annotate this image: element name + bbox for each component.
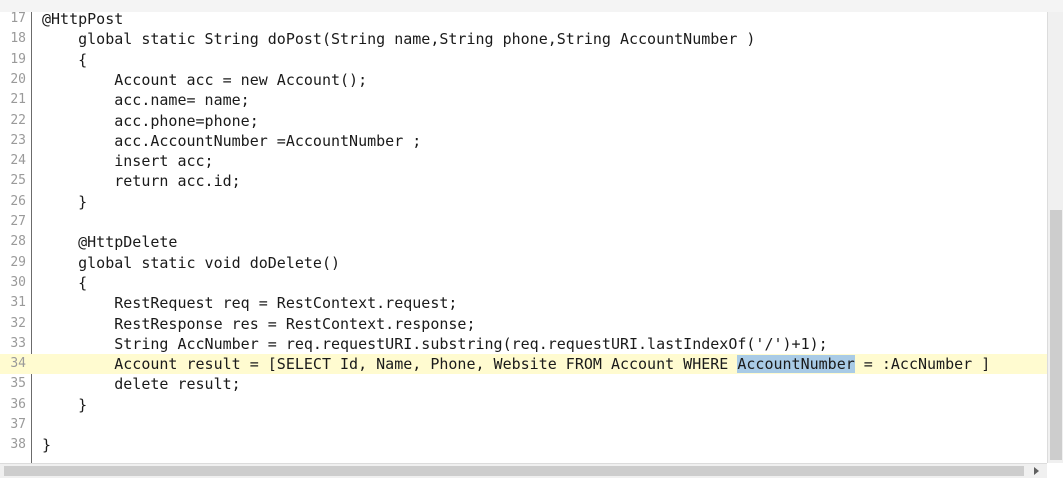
line-number: 38 (10, 437, 26, 453)
code-text: RestRequest req = RestContext.request; (42, 294, 458, 313)
code-text: @HttpPost (42, 12, 124, 28)
line-number: 27 (10, 214, 26, 229)
code-line[interactable]: 29 global static void doDelete() (0, 253, 1047, 273)
vertical-scrollbar[interactable] (1047, 12, 1063, 463)
code-line[interactable]: 25 return acc.id; (0, 171, 1047, 191)
line-number: 26 (10, 193, 26, 209)
code-line[interactable]: 30 { (0, 273, 1047, 293)
code-text: } (42, 395, 88, 414)
code-line[interactable]: 36 } (0, 395, 1047, 415)
code-text-segment: Account result = [SELECT Id, Name, Phone… (42, 355, 738, 374)
code-line[interactable]: 38} (0, 435, 1047, 455)
code-line[interactable]: 21 acc.name= name; (0, 90, 1047, 110)
code-line[interactable]: 18 global static String doPost(String na… (0, 29, 1047, 49)
code-line[interactable]: 23 acc.AccountNumber =AccountNumber ; (0, 131, 1047, 151)
code-line-current[interactable]: 34 Account result = [SELECT Id, Name, Ph… (0, 354, 1047, 375)
line-number: 23 (10, 132, 26, 148)
line-number: 36 (10, 396, 26, 412)
line-number: 17 (10, 12, 26, 26)
line-number: 37 (10, 417, 26, 432)
line-number: 18 (10, 31, 26, 47)
code-text: insert acc; (42, 152, 214, 171)
code-text: String AccNumber = req.requestURI.substr… (42, 334, 828, 353)
code-line[interactable]: 35 delete result; (0, 374, 1047, 394)
line-number: 30 (10, 274, 26, 290)
line-number: 22 (10, 112, 26, 128)
line-number: 31 (10, 295, 26, 311)
line-number: 29 (10, 254, 26, 270)
code-text: RestResponse res = RestContext.response; (42, 314, 476, 333)
code-text: return acc.id; (42, 172, 241, 191)
code-line[interactable]: 32 RestResponse res = RestContext.respon… (0, 314, 1047, 334)
code-text: acc.AccountNumber =AccountNumber ; (42, 131, 422, 150)
code-line[interactable]: 33 String AccNumber = req.requestURI.sub… (0, 334, 1047, 354)
horizontal-scrollbar[interactable] (0, 463, 1047, 478)
code-line[interactable]: 37 (0, 415, 1047, 435)
code-text: global static void doDelete() (42, 253, 341, 272)
code-line[interactable]: 22 acc.phone=phone; (0, 111, 1047, 131)
line-number: 35 (10, 376, 26, 392)
line-number: 21 (10, 92, 26, 108)
code-text: acc.name= name; (42, 91, 250, 110)
line-number: 25 (10, 173, 26, 189)
line-number: 32 (10, 315, 26, 331)
code-line[interactable]: 31 RestRequest req = RestContext.request… (0, 293, 1047, 313)
line-number: 28 (10, 234, 26, 250)
code-text: { (42, 50, 88, 69)
code-text: Account acc = new Account(); (42, 70, 368, 89)
vertical-scroll-thumb[interactable] (1050, 210, 1062, 460)
code-text: delete result; (42, 375, 241, 394)
line-number: 33 (10, 335, 26, 351)
code-text: acc.phone=phone; (42, 111, 259, 130)
code-text: } (42, 436, 52, 455)
code-text: global static String doPost(String name,… (42, 30, 756, 49)
code-editor[interactable]: 17 @HttpPost 18 global static String doPos… (0, 12, 1047, 463)
code-text: } (42, 192, 88, 211)
code-line[interactable]: 19 { (0, 50, 1047, 70)
code-line[interactable]: 17 @HttpPost (0, 12, 1047, 29)
code-line[interactable]: 26 } (0, 192, 1047, 212)
selected-text: AccountNumber (737, 355, 855, 374)
line-number: 24 (10, 153, 26, 169)
code-text: @HttpDelete (42, 233, 178, 252)
code-line[interactable]: 27 (0, 212, 1047, 232)
code-line[interactable]: 24 insert acc; (0, 151, 1047, 171)
line-number: 19 (10, 51, 26, 67)
code-line[interactable]: 28 @HttpDelete (0, 232, 1047, 252)
code-line[interactable]: 20 Account acc = new Account(); (0, 70, 1047, 90)
line-number: 34 (10, 356, 26, 372)
horizontal-scroll-thumb[interactable] (4, 466, 1024, 476)
code-text-segment: = :AccNumber ] (854, 355, 991, 374)
scroll-right-arrow-icon[interactable] (1034, 467, 1039, 475)
line-number: 20 (10, 71, 26, 87)
code-text: { (42, 273, 88, 292)
code-text: Account result = [SELECT Id, Name, Phone… (42, 354, 990, 374)
